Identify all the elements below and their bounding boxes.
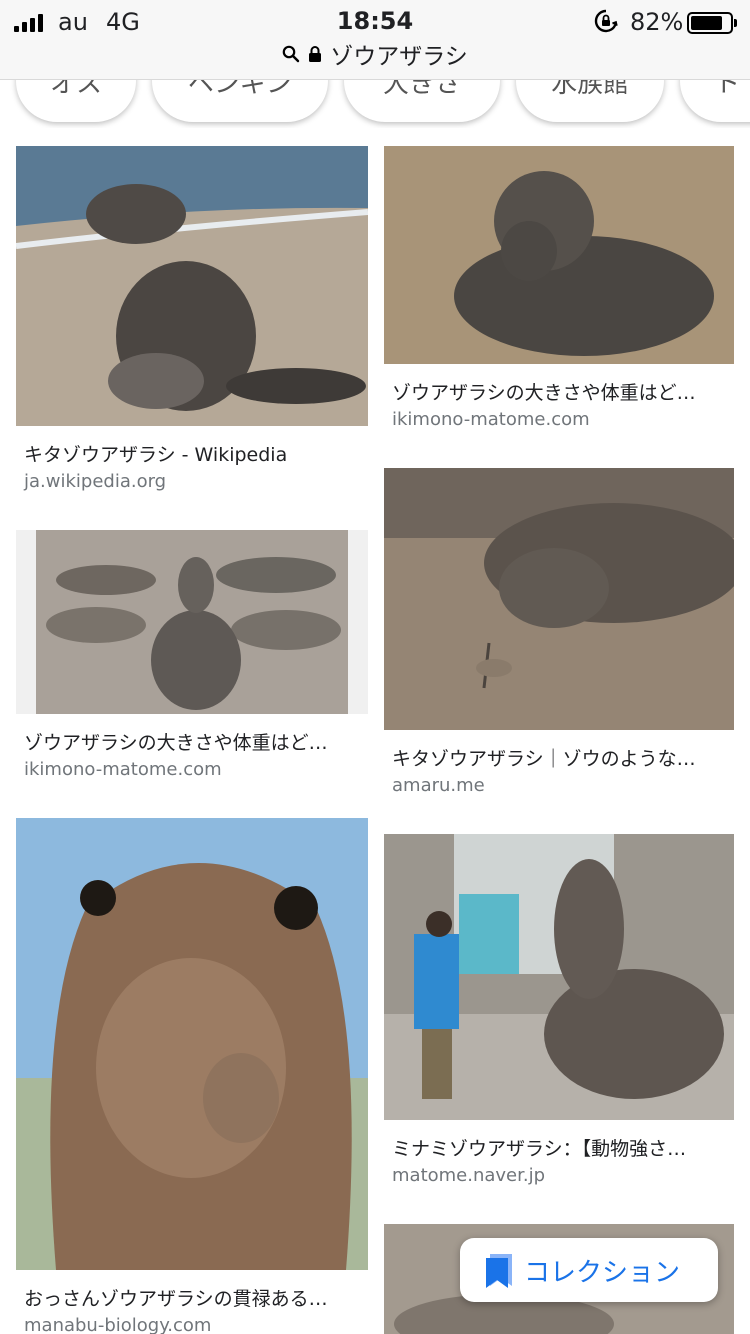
url-query-text: ゾウアザラシ — [330, 44, 468, 70]
result-thumbnail[interactable] — [16, 530, 368, 714]
result-domain: ikimono-matome.com — [24, 759, 222, 780]
orientation-lock-icon — [594, 9, 618, 33]
result-thumbnail[interactable] — [384, 146, 734, 364]
result-thumbnail[interactable] — [16, 146, 368, 426]
result-domain: ja.wikipedia.org — [24, 471, 167, 492]
bookmark-icon — [486, 1254, 512, 1288]
result-domain: ikimono-matome.com — [392, 409, 590, 430]
battery-percent: 82% — [630, 8, 684, 36]
result-title[interactable]: ミナミゾウアザラシ：【動物強さ… — [392, 1134, 732, 1161]
result-title[interactable]: ゾウアザラシの大きさや体重はど… — [392, 378, 732, 405]
browser-top-bar: au 4G 18:54 82% ゾウアザラシ — [0, 0, 750, 80]
result-domain: amaru.me — [392, 775, 485, 796]
result-title[interactable]: キタゾウアザラシ - Wikipedia — [24, 440, 364, 467]
status-bar: au 4G 18:54 82% — [0, 6, 750, 38]
url-bar[interactable]: ゾウアザラシ — [0, 38, 750, 70]
result-title[interactable]: おっさんゾウアザラシの貫禄ある… — [24, 1284, 364, 1311]
result-title[interactable]: キタゾウアザラシ｜ゾウのような… — [392, 744, 732, 771]
search-icon — [282, 45, 300, 63]
result-domain: matome.naver.jp — [392, 1165, 546, 1186]
collection-label: コレクション — [524, 1257, 681, 1288]
collection-button[interactable]: コレクション — [460, 1238, 718, 1302]
result-title[interactable]: ゾウアザラシの大きさや体重はど… — [24, 728, 364, 755]
result-thumbnail[interactable] — [384, 468, 734, 730]
battery-icon — [687, 12, 737, 34]
lock-icon — [309, 46, 322, 62]
result-domain: manabu-biology.com — [24, 1315, 212, 1334]
result-thumbnail[interactable] — [16, 818, 368, 1270]
result-thumbnail[interactable] — [384, 834, 734, 1120]
